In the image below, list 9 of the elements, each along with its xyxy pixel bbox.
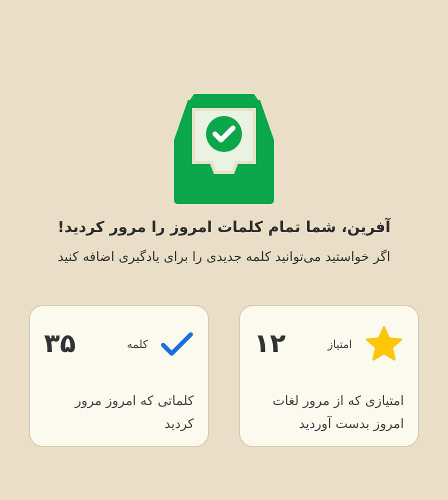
stat-value: ۱۲ [254, 329, 286, 359]
stat-label: کلمه [126, 338, 148, 350]
stat-description: کلماتی که امروز مرور کردید [74, 393, 194, 434]
congrats-title: آفرین، شما تمام کلمات امروز را مرور کردید! [58, 218, 391, 236]
stat-description: امتیازی که از مرور لغات امروز بدست آوردید [271, 393, 404, 434]
checkmark-icon [160, 331, 194, 357]
stat-value: ۳۵ [44, 329, 76, 359]
stat-label: امتیاز [328, 338, 352, 350]
subtitle-text: اگر خواستید می‌توانید کلمه جدیدی را برای یادگیری اضافه کنید [58, 250, 390, 265]
